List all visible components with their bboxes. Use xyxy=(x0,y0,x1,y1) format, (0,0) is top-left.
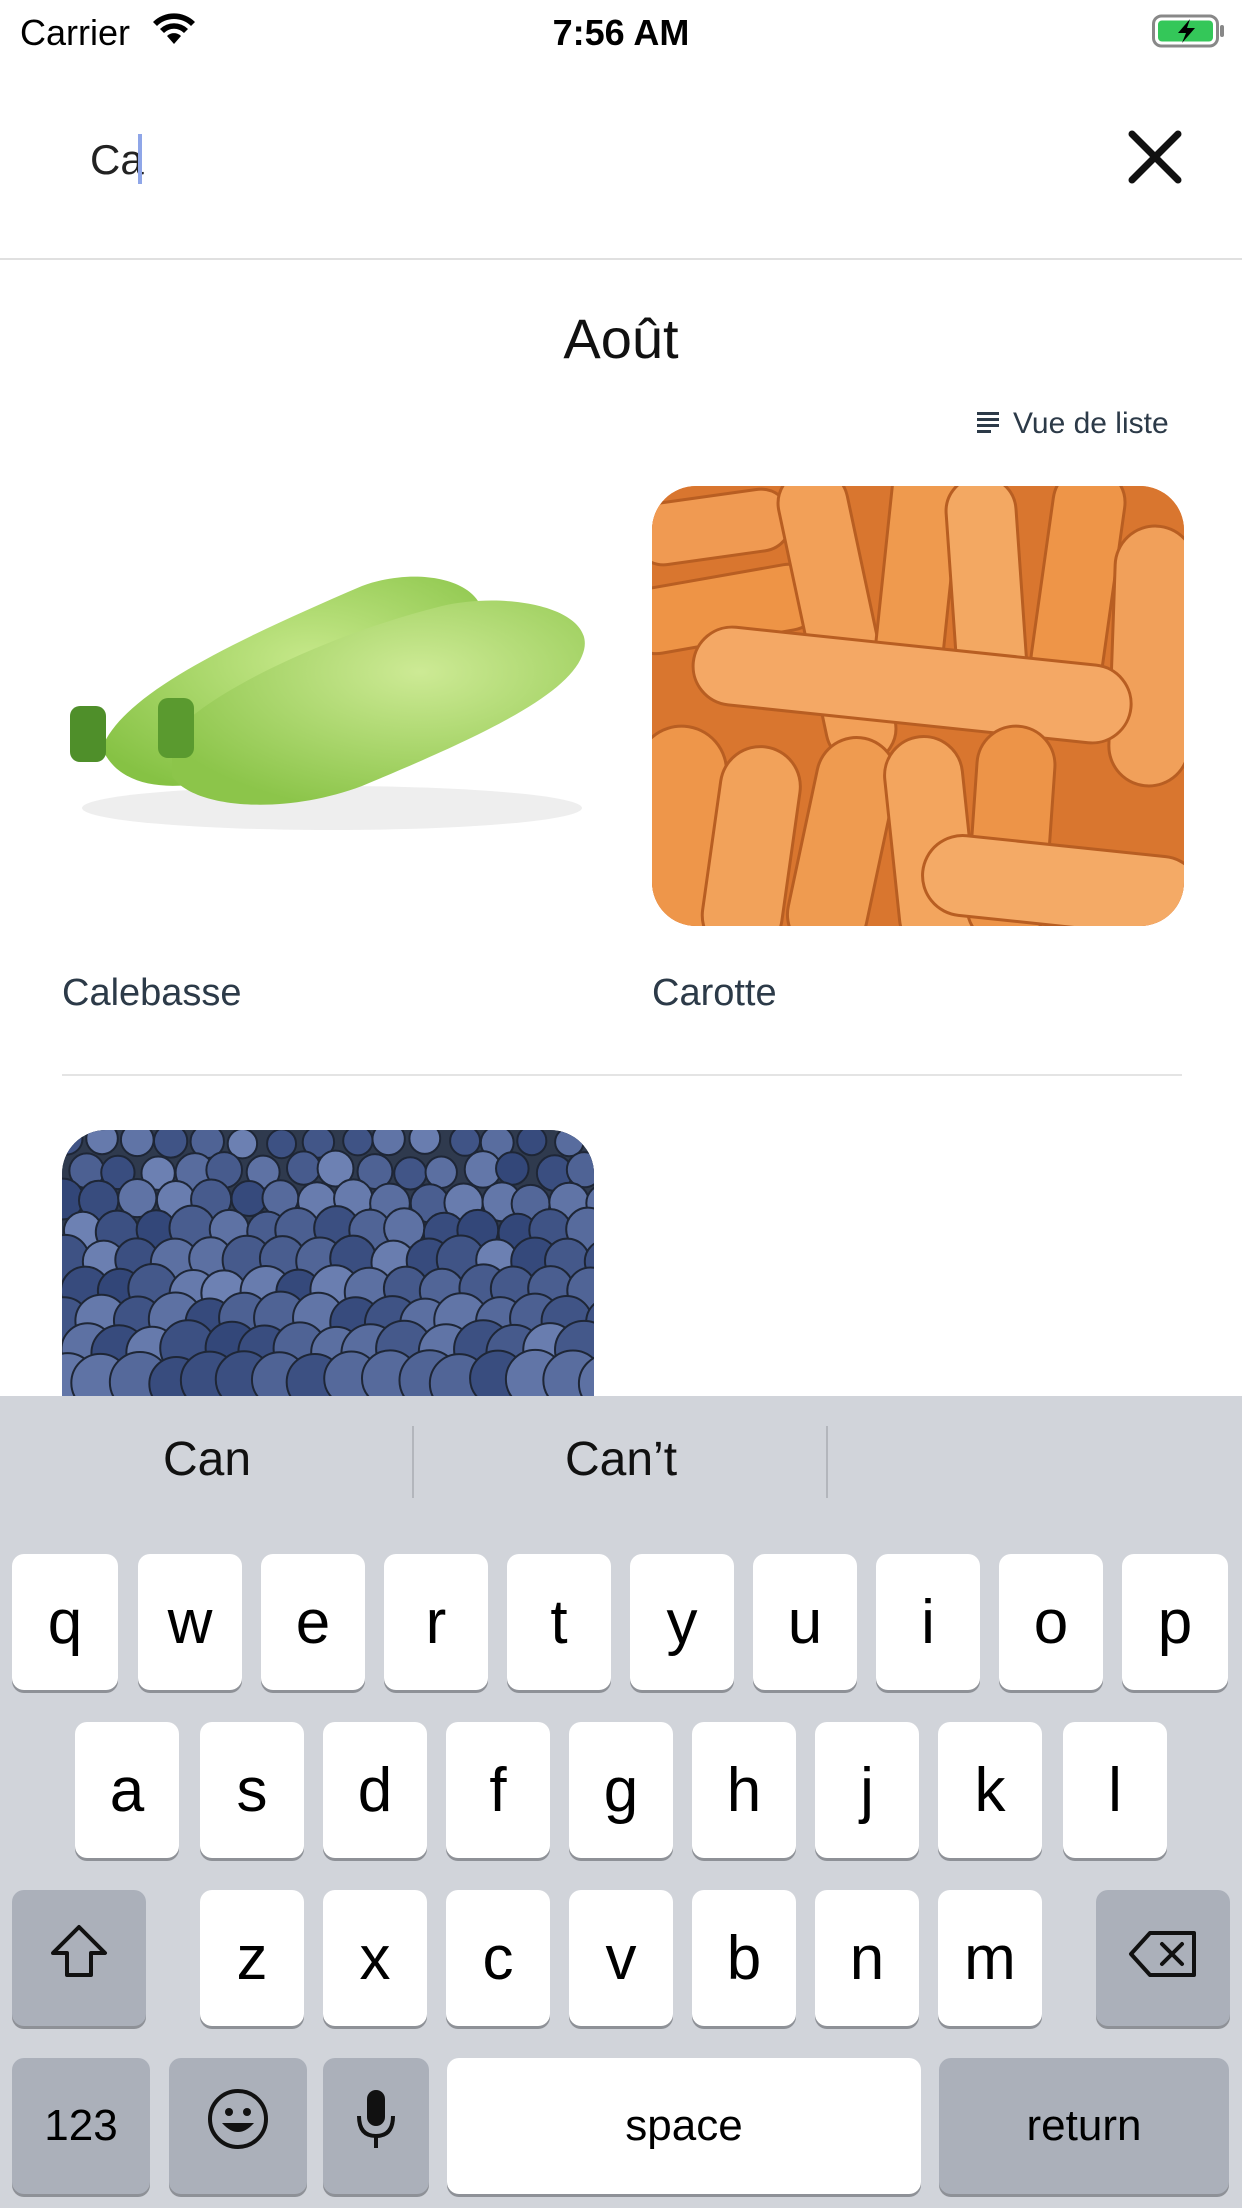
item-image-blueberries[interactable] xyxy=(62,1130,594,1396)
suggestion-bar: Can Can’t xyxy=(0,1396,1242,1546)
item-label[interactable]: Calebasse xyxy=(62,972,242,1015)
key-f[interactable]: f xyxy=(446,1722,550,1858)
status-time: 7:56 AM xyxy=(552,12,690,53)
keyboard: Can Can’t q w e r t y u i o p a s d f g … xyxy=(0,1396,1242,2208)
list-view-toggle[interactable]: Vue de liste xyxy=(975,404,1169,444)
search-header xyxy=(0,62,1242,260)
microphone-key[interactable] xyxy=(323,2058,429,2194)
shift-icon xyxy=(49,1923,109,1994)
key-m[interactable]: m xyxy=(938,1890,1042,2026)
shift-key[interactable] xyxy=(12,1890,146,2026)
key-k[interactable]: k xyxy=(938,1722,1042,1858)
key-h[interactable]: h xyxy=(692,1722,796,1858)
key-t[interactable]: t xyxy=(507,1554,611,1690)
key-p[interactable]: p xyxy=(1122,1554,1228,1690)
key-w[interactable]: w xyxy=(138,1554,242,1690)
key-v[interactable]: v xyxy=(569,1890,673,2026)
key-l[interactable]: l xyxy=(1063,1722,1167,1858)
close-icon[interactable] xyxy=(1120,122,1190,192)
key-q[interactable]: q xyxy=(12,1554,118,1690)
key-a[interactable]: a xyxy=(75,1722,179,1858)
suggestion-item[interactable]: Can’t xyxy=(414,1432,828,1487)
key-j[interactable]: j xyxy=(815,1722,919,1858)
key-d[interactable]: d xyxy=(323,1722,427,1858)
text-cursor xyxy=(138,134,142,184)
list-view-label: Vue de liste xyxy=(1013,407,1169,440)
key-r[interactable]: r xyxy=(384,1554,488,1690)
key-o[interactable]: o xyxy=(999,1554,1103,1690)
list-view-icon xyxy=(975,409,1001,440)
return-key[interactable]: return xyxy=(939,2058,1229,2194)
key-z[interactable]: z xyxy=(200,1890,304,2026)
key-s[interactable]: s xyxy=(200,1722,304,1858)
key-n[interactable]: n xyxy=(815,1890,919,2026)
backspace-icon xyxy=(1128,1923,1198,1994)
battery-charging-icon xyxy=(1152,14,1226,53)
key-e[interactable]: e xyxy=(261,1554,365,1690)
emoji-icon xyxy=(206,2087,270,2166)
backspace-key[interactable] xyxy=(1096,1890,1230,2026)
search-input[interactable] xyxy=(90,130,990,190)
key-b[interactable]: b xyxy=(692,1890,796,2026)
key-i[interactable]: i xyxy=(876,1554,980,1690)
key-u[interactable]: u xyxy=(753,1554,857,1690)
key-x[interactable]: x xyxy=(323,1890,427,2026)
suggestion-item[interactable]: Can xyxy=(0,1432,414,1487)
item-label[interactable]: Carotte xyxy=(652,972,777,1015)
key-c[interactable]: c xyxy=(446,1890,550,2026)
page-title: Août xyxy=(563,307,679,370)
microphone-icon xyxy=(356,2088,396,2165)
key-g[interactable]: g xyxy=(569,1722,673,1858)
suggestion-divider xyxy=(826,1426,828,1498)
key-y[interactable]: y xyxy=(630,1554,734,1690)
numbers-key[interactable]: 123 xyxy=(12,2058,150,2194)
item-image-calebasse[interactable] xyxy=(62,486,594,926)
space-key[interactable]: space xyxy=(447,2058,921,2194)
divider xyxy=(62,1074,1182,1076)
item-image-carotte[interactable] xyxy=(652,486,1184,926)
emoji-key[interactable] xyxy=(169,2058,307,2194)
status-bar: Carrier 7:56 AM xyxy=(0,0,1242,62)
